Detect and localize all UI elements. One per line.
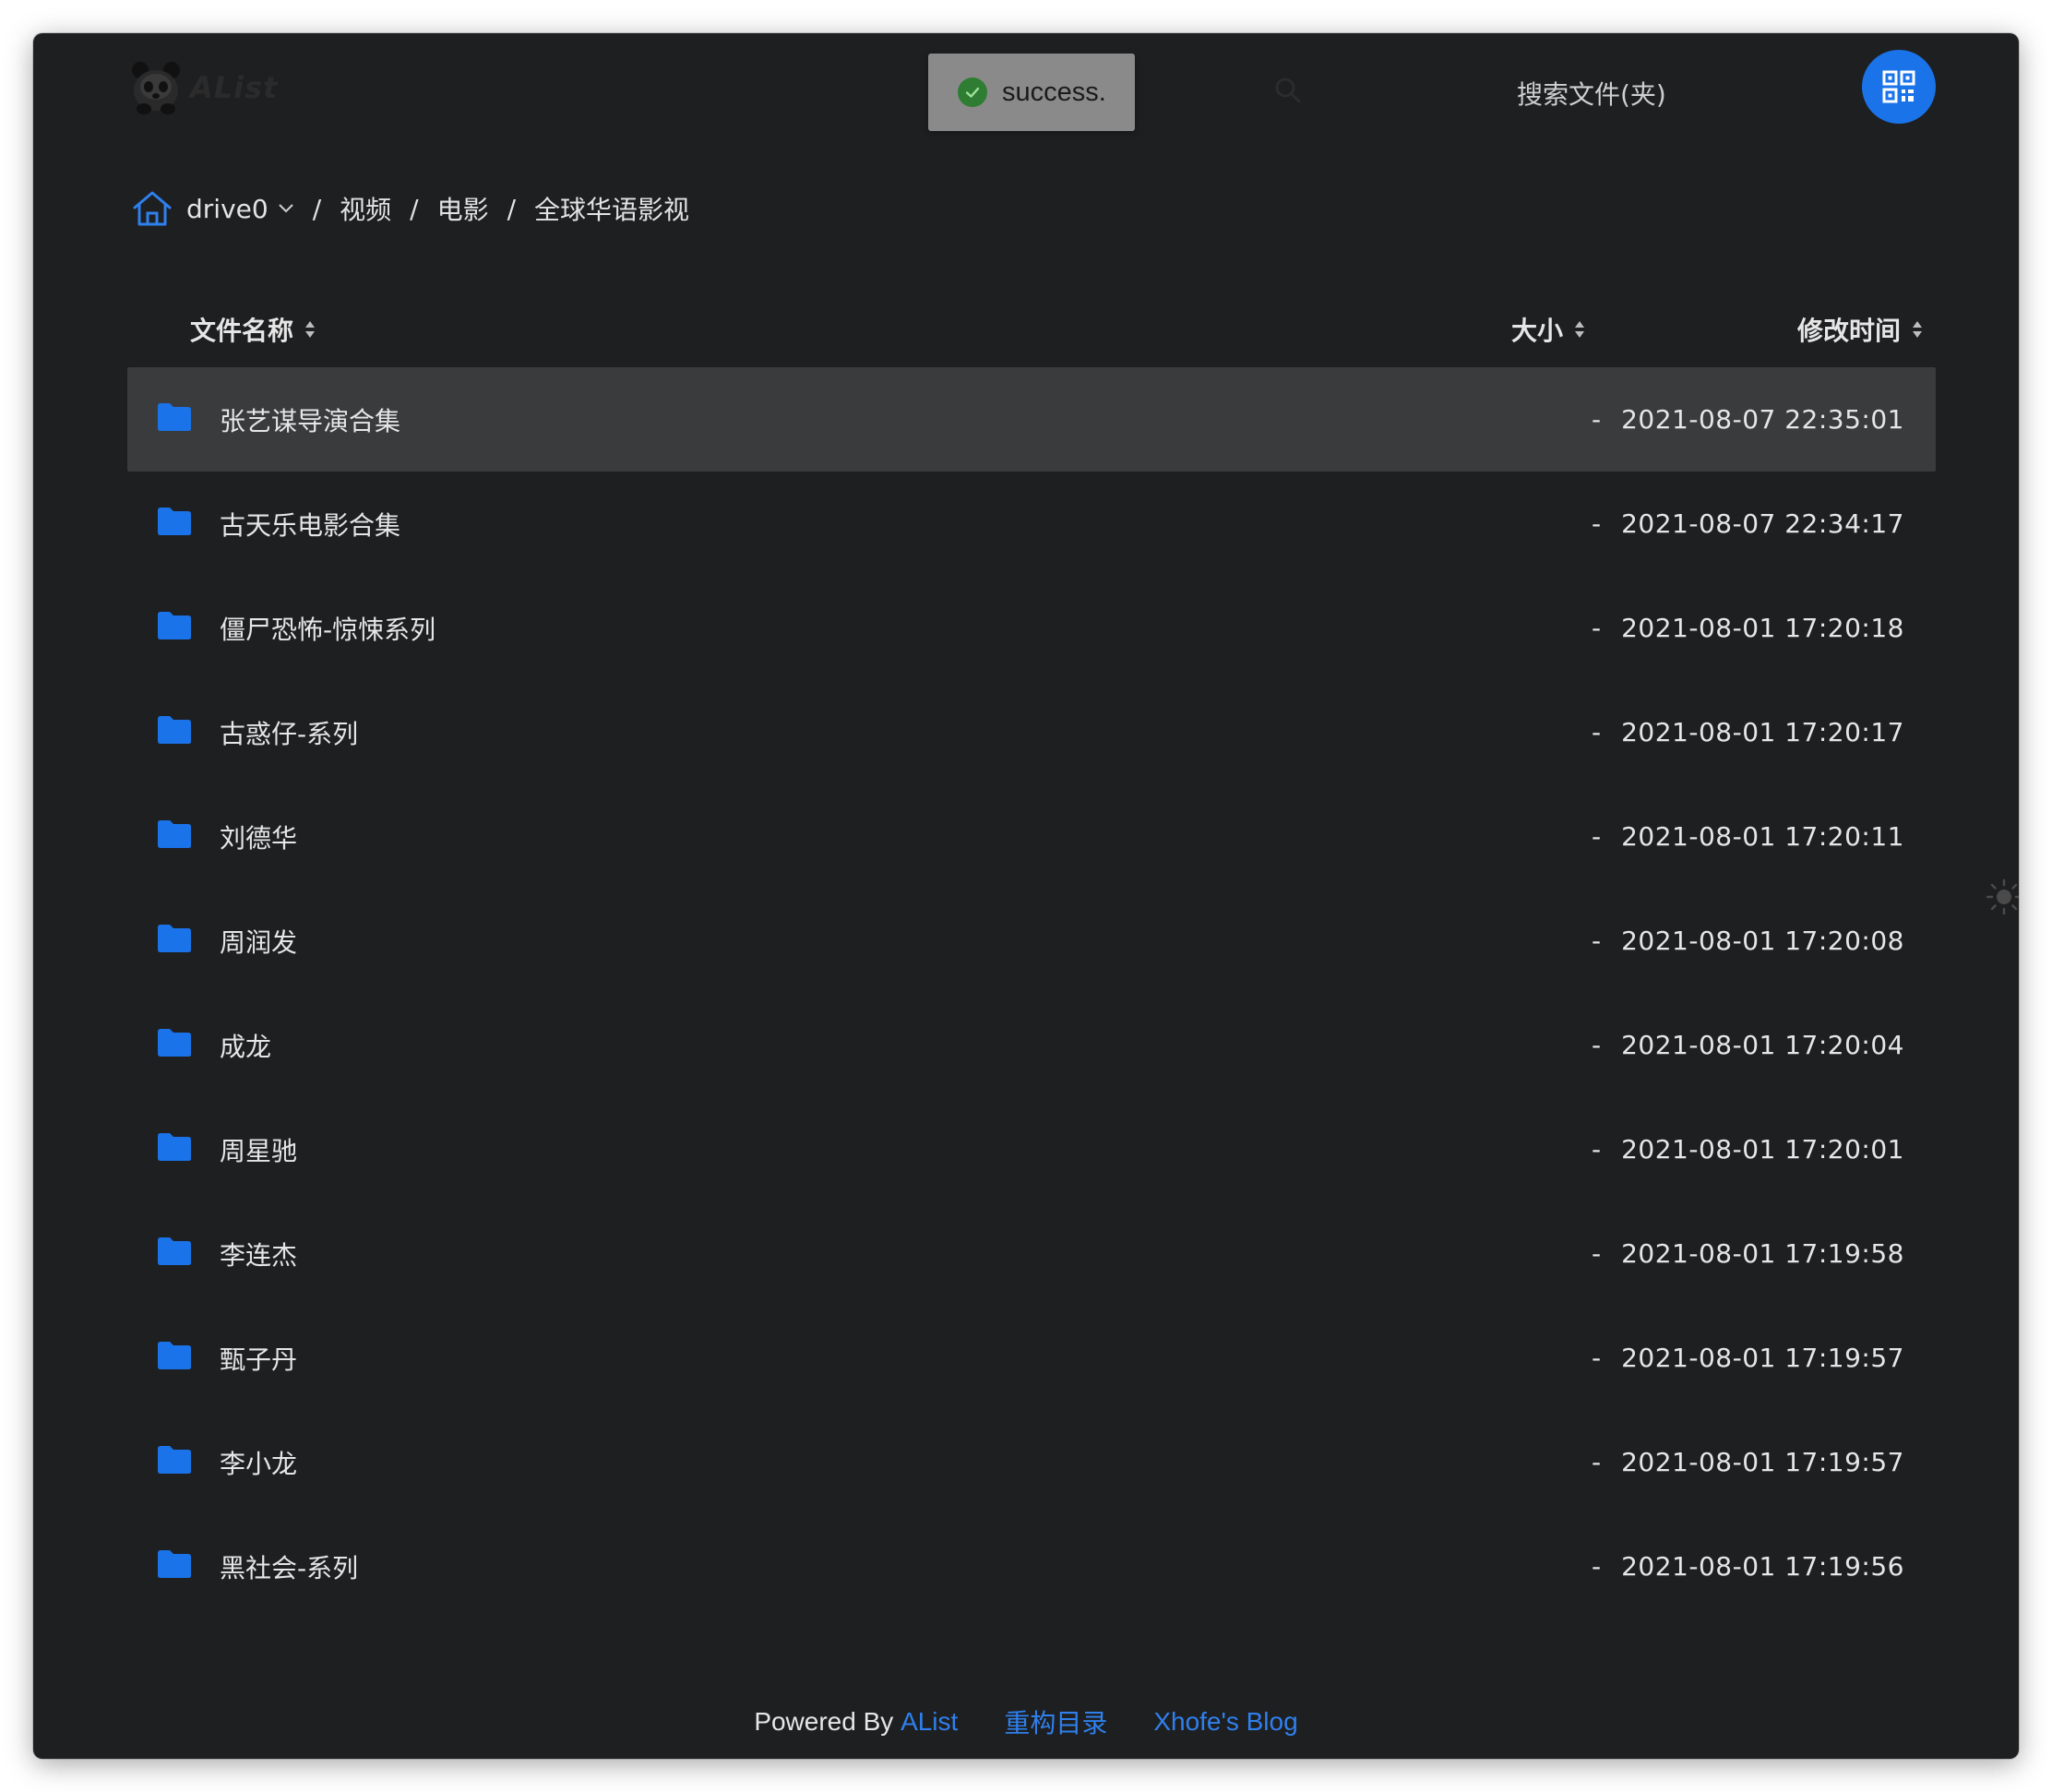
folder-icon (158, 820, 191, 848)
table-row[interactable]: 僵尸恐怖-惊悚系列 -2021-08-01 17:20:18 (127, 576, 1936, 680)
breadcrumb-drive[interactable]: drive0 (186, 194, 268, 224)
folder-icon (158, 1133, 191, 1161)
sort-icon (1575, 321, 1585, 338)
file-modified-time: 2021-08-01 17:20:01 (1621, 1134, 1904, 1165)
column-header-modified-label: 修改时间 (1797, 316, 1902, 346)
breadcrumb: drive0 / 视频 / 电影 / 全球华语影视 (131, 181, 689, 236)
breadcrumb-separator: / (507, 193, 517, 224)
file-size: - (1591, 508, 1602, 539)
file-name[interactable]: 黑社会-系列 (220, 1514, 358, 1619)
alist-link[interactable]: AList (901, 1707, 958, 1737)
column-header-name-label: 文件名称 (190, 316, 294, 346)
file-modified-time: 2021-08-01 17:20:11 (1621, 821, 1904, 852)
folder-icon (158, 925, 191, 952)
file-modified-time: 2021-08-01 17:19:57 (1621, 1343, 1904, 1373)
table-row[interactable]: 黑社会-系列 -2021-08-01 17:19:56 (127, 1514, 1936, 1619)
file-name[interactable]: 李连杰 (220, 1201, 297, 1306)
rebuild-directory-link[interactable]: 重构目录 (1004, 1703, 1107, 1740)
sort-icon (305, 321, 316, 338)
footer: Powered By AList 重构目录 Xhofe's Blog (33, 1700, 2019, 1744)
chevron-down-icon[interactable] (278, 203, 294, 214)
file-size: - (1591, 717, 1602, 747)
file-size: - (1591, 1551, 1602, 1582)
table-row[interactable]: 李小龙 -2021-08-01 17:19:57 (127, 1410, 1936, 1514)
breadcrumb-separator: / (410, 193, 419, 224)
file-name[interactable]: 僵尸恐怖-惊悚系列 (220, 576, 435, 680)
file-size: - (1591, 1343, 1602, 1373)
column-header-name[interactable]: 文件名称 (190, 299, 317, 360)
file-size: - (1591, 404, 1602, 435)
folder-icon (158, 1550, 191, 1578)
file-list: 张艺谋导演合集 -2021-08-07 22:35:01 古天乐电影合集 -2021-… (127, 367, 1936, 1619)
table-header: 文件名称 大小 修改时间 (127, 299, 1936, 360)
panda-logo-icon (132, 62, 180, 114)
app-window: AList success. 搜索文件(夹) drive0 / 视频 / 电影 … (33, 33, 2019, 1759)
qr-code-button[interactable] (1862, 50, 1936, 124)
folder-icon (158, 508, 191, 535)
logo[interactable]: AList (129, 55, 278, 120)
breadcrumb-item[interactable]: 视频 (340, 190, 391, 227)
file-name[interactable]: 古天乐电影合集 (220, 472, 400, 576)
breadcrumb-item[interactable]: 电影 (437, 190, 489, 227)
sort-icon (1913, 321, 1923, 338)
file-size: - (1591, 1238, 1602, 1269)
sun-icon[interactable] (1986, 878, 2019, 915)
file-modified-time: 2021-08-07 22:34:17 (1621, 508, 1904, 539)
folder-icon (158, 716, 191, 744)
file-name[interactable]: 刘德华 (220, 784, 297, 889)
file-name[interactable]: 张艺谋导演合集 (220, 367, 400, 472)
file-modified-time: 2021-08-01 17:19:57 (1621, 1447, 1904, 1477)
column-header-size[interactable]: 大小 (1511, 299, 1587, 360)
folder-icon (158, 1029, 191, 1057)
breadcrumb-separator: / (312, 193, 322, 224)
file-name[interactable]: 周星驰 (220, 1097, 297, 1201)
file-size: - (1591, 1134, 1602, 1165)
folder-icon (158, 1342, 191, 1369)
folder-icon (158, 1446, 191, 1474)
blog-link[interactable]: Xhofe's Blog (1153, 1707, 1297, 1737)
search-icon[interactable] (1270, 72, 1306, 109)
table-row[interactable]: 成龙 -2021-08-01 17:20:04 (127, 993, 1936, 1097)
check-circle-icon (958, 78, 987, 107)
file-name[interactable]: 甄子丹 (220, 1306, 297, 1410)
file-size: - (1591, 613, 1602, 643)
file-name[interactable]: 成龙 (220, 993, 271, 1097)
table-row[interactable]: 周润发 -2021-08-01 17:20:08 (127, 889, 1936, 993)
toast-message: success. (1002, 77, 1106, 107)
success-toast: success. (928, 54, 1135, 131)
powered-by-text: Powered By (754, 1707, 894, 1736)
column-header-modified[interactable]: 修改时间 (1797, 299, 1925, 360)
folder-icon (158, 403, 191, 431)
breadcrumb-item-current[interactable]: 全球华语影视 (534, 190, 689, 227)
file-modified-time: 2021-08-01 17:19:56 (1621, 1551, 1904, 1582)
folder-icon (158, 1237, 191, 1265)
column-header-size-label: 大小 (1511, 316, 1564, 346)
qr-code-icon (1882, 70, 1915, 103)
table-row[interactable]: 古天乐电影合集 -2021-08-07 22:34:17 (127, 472, 1936, 576)
file-name[interactable]: 李小龙 (220, 1410, 297, 1514)
file-modified-time: 2021-08-01 17:20:18 (1621, 613, 1904, 643)
file-modified-time: 2021-08-01 17:19:58 (1621, 1238, 1904, 1269)
file-size: - (1591, 1030, 1602, 1060)
file-size: - (1591, 1447, 1602, 1477)
file-name[interactable]: 周润发 (220, 889, 297, 993)
table-row[interactable]: 刘德华 -2021-08-01 17:20:11 (127, 784, 1936, 889)
file-name[interactable]: 古惑仔-系列 (220, 680, 358, 784)
home-icon[interactable] (131, 189, 173, 228)
search-box[interactable] (1473, 68, 1860, 120)
file-modified-time: 2021-08-01 17:20:17 (1621, 717, 1904, 747)
logo-text: AList (190, 70, 279, 105)
file-modified-time: 2021-08-01 17:20:08 (1621, 926, 1904, 956)
table-row[interactable]: 周星驰 -2021-08-01 17:20:01 (127, 1097, 1936, 1201)
table-row[interactable]: 古惑仔-系列 -2021-08-01 17:20:17 (127, 680, 1936, 784)
file-modified-time: 2021-08-07 22:35:01 (1621, 404, 1904, 435)
table-row[interactable]: 李连杰 -2021-08-01 17:19:58 (127, 1201, 1936, 1306)
table-row[interactable]: 张艺谋导演合集 -2021-08-07 22:35:01 (127, 367, 1936, 472)
file-size: - (1591, 926, 1602, 956)
file-size: - (1591, 821, 1602, 852)
file-modified-time: 2021-08-01 17:20:04 (1621, 1030, 1904, 1060)
search-input[interactable] (1473, 78, 1768, 110)
folder-icon (158, 612, 191, 639)
table-row[interactable]: 甄子丹 -2021-08-01 17:19:57 (127, 1306, 1936, 1410)
